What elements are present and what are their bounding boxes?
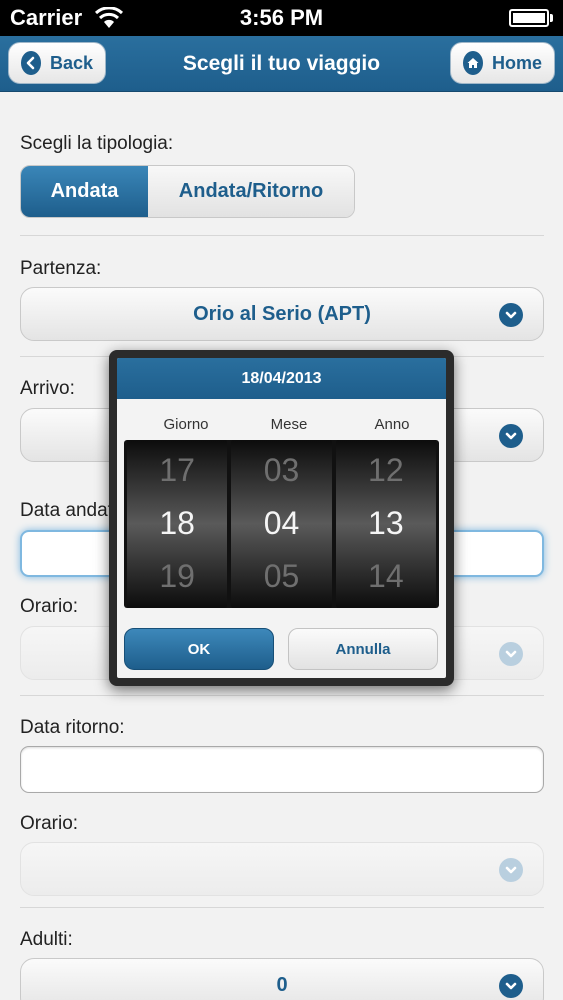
trip-type-label: Scegli la tipologia: (20, 133, 174, 154)
month-selected-value[interactable]: 04 (231, 505, 331, 542)
day-column-label: Giorno (163, 416, 209, 433)
status-bar: Carrier 3:56 PM (0, 0, 563, 36)
carrier-label: Carrier (10, 5, 83, 30)
year-column-label: Anno (374, 416, 410, 433)
return-time-label: Orario: (20, 813, 79, 834)
month-prev-value[interactable]: 03 (231, 452, 331, 489)
home-button[interactable]: Home (450, 42, 555, 84)
round-trip-option[interactable]: Andata/Ritorno (148, 166, 354, 217)
return-date-label: Data ritorno: (20, 717, 125, 738)
year-prev-value[interactable]: 12 (336, 452, 436, 489)
date-wheel: 17 18 19 03 04 05 12 13 14 (124, 440, 439, 608)
arrival-label: Arrivo: (20, 378, 75, 399)
back-arrow-icon (21, 51, 41, 75)
year-wheel[interactable]: 12 13 14 (335, 440, 436, 608)
chevron-down-icon (499, 974, 523, 998)
day-next-value[interactable]: 19 (127, 558, 227, 595)
chevron-down-icon (499, 424, 523, 448)
back-label: Back (49, 52, 93, 73)
divider (20, 695, 544, 696)
day-wheel[interactable]: 17 18 19 (127, 440, 228, 608)
chevron-down-icon (499, 303, 523, 327)
divider (20, 235, 544, 236)
day-selected-value[interactable]: 18 (127, 505, 227, 542)
ok-button[interactable]: OK (124, 628, 274, 670)
departure-label: Partenza: (20, 258, 102, 279)
cancel-button[interactable]: Annulla (288, 628, 438, 670)
one-way-option[interactable]: Andata (21, 166, 148, 217)
month-wheel[interactable]: 03 04 05 (231, 440, 332, 608)
outbound-time-label: Orario: (20, 596, 79, 617)
wifi-icon (94, 6, 124, 29)
adults-label: Adulti: (20, 929, 73, 950)
date-picker-dialog: 18/04/2013 Giorno Mese Anno 17 18 19 03 … (109, 350, 454, 686)
trip-type-segmented-control: Andata Andata/Ritorno (20, 165, 355, 218)
divider (20, 907, 544, 908)
back-button[interactable]: Back (8, 42, 106, 84)
return-time-select[interactable] (20, 842, 544, 896)
adults-select[interactable]: 0 (20, 958, 544, 1000)
month-next-value[interactable]: 05 (231, 558, 331, 595)
battery-icon (509, 9, 553, 27)
year-next-value[interactable]: 14 (336, 558, 436, 595)
chevron-down-icon (499, 858, 523, 882)
departure-select[interactable]: Orio al Serio (APT) (20, 287, 544, 341)
adults-value: 0 (276, 973, 288, 996)
home-icon (463, 51, 483, 75)
day-prev-value[interactable]: 17 (127, 452, 227, 489)
return-date-field[interactable] (20, 746, 544, 793)
navigation-bar: Scegli il tuo viaggio Back Home (0, 36, 563, 92)
chevron-down-icon (499, 642, 523, 666)
month-column-label: Mese (270, 416, 308, 433)
date-picker-title: 18/04/2013 (117, 358, 446, 399)
departure-value: Orio al Serio (APT) (193, 302, 371, 325)
year-selected-value[interactable]: 13 (336, 505, 436, 542)
home-label: Home (491, 52, 542, 73)
